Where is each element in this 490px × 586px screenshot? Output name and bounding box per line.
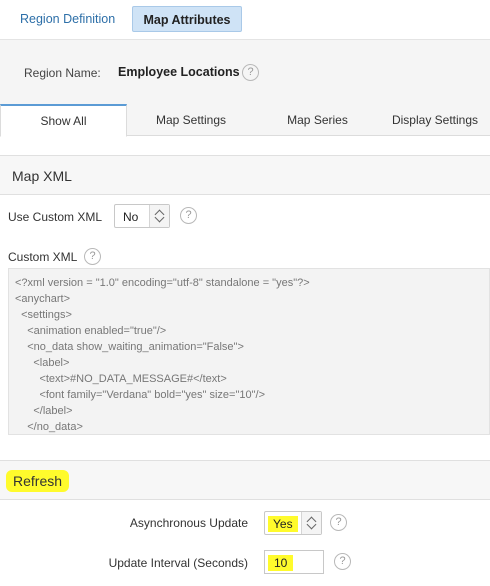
section-title: Map XML: [12, 168, 72, 184]
tab-show-all[interactable]: Show All: [0, 104, 127, 137]
async-update-label: Asynchronous Update: [129, 516, 248, 530]
xml-line: <text>#NO_DATA_MESSAGE#</text>: [15, 373, 227, 385]
region-name-value: Employee Locations: [118, 65, 240, 79]
stepper-icon: [149, 205, 169, 227]
region-name-label: Region Name:: [24, 66, 101, 80]
tab-map-series[interactable]: Map Series: [255, 104, 380, 136]
top-tab-bar: Region Definition Map Attributes: [0, 0, 490, 40]
select-value: Yes: [268, 516, 298, 532]
xml-line: </label>: [15, 405, 73, 417]
refresh-section-header: Refresh: [0, 460, 490, 500]
help-icon[interactable]: ?: [242, 64, 259, 81]
tab-region-definition[interactable]: Region Definition: [8, 6, 127, 32]
xml-line: <?xml version = "1.0" encoding="utf-8" s…: [15, 277, 310, 289]
tab-map-attributes[interactable]: Map Attributes: [132, 6, 242, 32]
xml-line: <animation enabled="true"/>: [15, 325, 167, 337]
tab-display-settings[interactable]: Display Settings: [380, 104, 490, 136]
xml-line: <anychart>: [15, 293, 71, 305]
xml-line: </no_data>: [15, 421, 83, 433]
help-icon[interactable]: ?: [84, 248, 101, 265]
stepper-icon: [301, 512, 321, 534]
update-interval-label: Update Interval (Seconds): [108, 556, 248, 570]
help-icon[interactable]: ?: [330, 514, 347, 531]
section-title: Refresh: [6, 470, 70, 492]
input-value: 10: [268, 555, 294, 571]
xml-line: <no_data show_waiting_animation="False">: [15, 341, 244, 353]
custom-xml-textarea[interactable]: <?xml version = "1.0" encoding="utf-8" s…: [8, 268, 490, 435]
update-interval-input[interactable]: 10: [264, 550, 324, 574]
xml-line: <settings>: [15, 309, 72, 321]
help-icon[interactable]: ?: [334, 553, 351, 570]
map-xml-section-header: Map XML: [0, 155, 490, 195]
use-custom-xml-select[interactable]: No: [114, 204, 170, 228]
xml-line: <font family="Verdana" bold="yes" size="…: [15, 389, 265, 401]
subtab-bar: Show All Map Settings Map Series Display…: [0, 104, 490, 137]
tab-map-settings[interactable]: Map Settings: [127, 104, 255, 136]
use-custom-xml-label: Use Custom XML: [8, 210, 103, 224]
region-header: Region Name: Employee Locations ?: [0, 40, 490, 104]
xml-line: <label>: [15, 357, 70, 369]
help-icon[interactable]: ?: [180, 207, 197, 224]
async-update-select[interactable]: Yes: [264, 511, 322, 535]
select-value: No: [123, 210, 139, 224]
custom-xml-label: Custom XML: [8, 250, 78, 264]
